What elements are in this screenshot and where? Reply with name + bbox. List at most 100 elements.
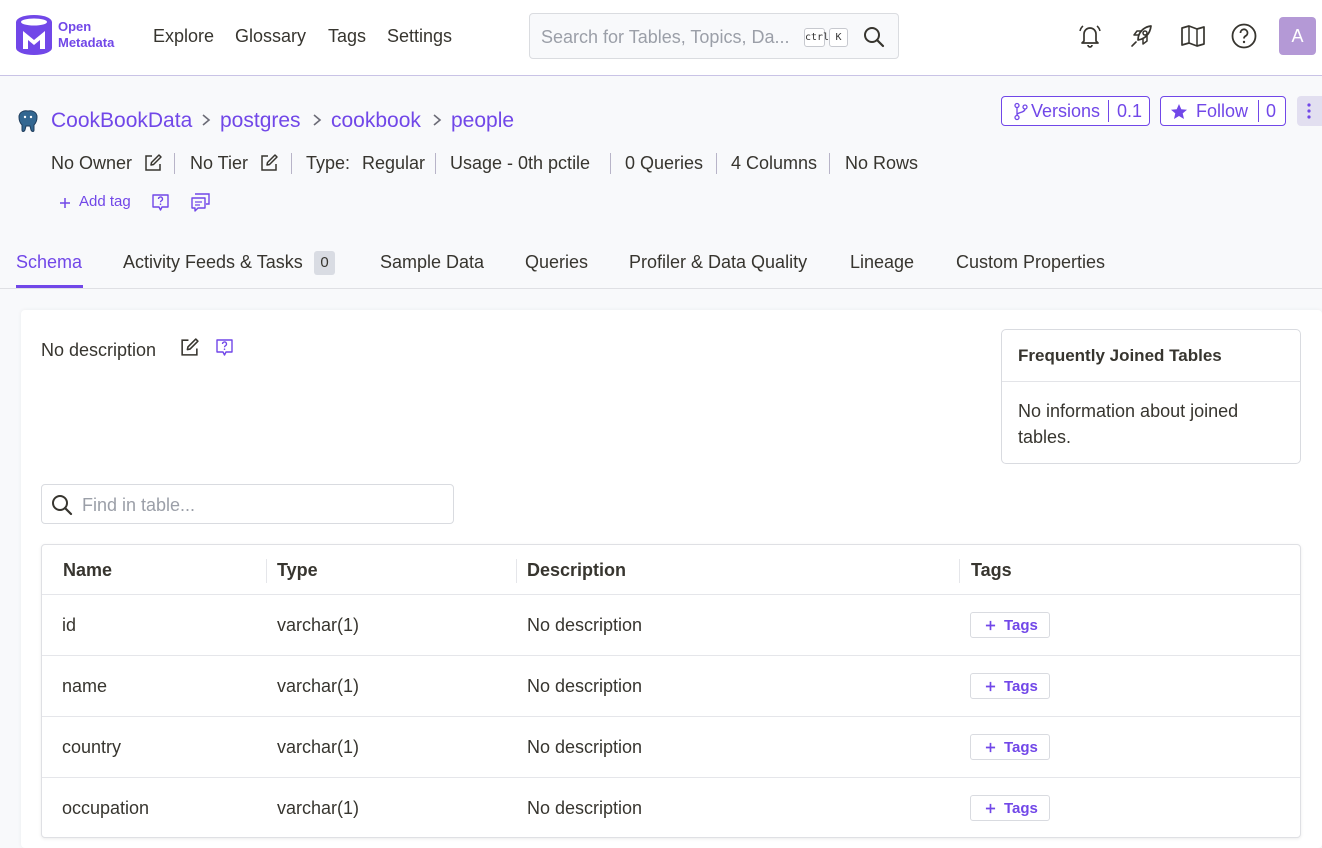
cell-description: No description (527, 676, 643, 696)
versions-label: Versions (1031, 101, 1101, 121)
rocket-icon[interactable] (1128, 22, 1156, 50)
breadcrumb-schema[interactable]: cookbook (331, 109, 421, 133)
type-value: Regular (362, 153, 426, 173)
follow-button[interactable]: Follow 0 (1160, 96, 1286, 126)
cell-name: id (62, 615, 77, 635)
columns-count: 4 Columns (731, 153, 818, 173)
queries-count: 0 Queries (625, 153, 704, 173)
user-avatar[interactable]: A (1279, 17, 1316, 55)
cell-name: country (62, 737, 122, 757)
add-column-tag-button[interactable]: Tags (970, 795, 1050, 821)
follow-divider (1258, 100, 1259, 122)
col-divider (959, 559, 960, 583)
cell-type: varchar(1) (277, 737, 360, 757)
follow-label: Follow (1196, 101, 1249, 121)
logo-icon (16, 15, 52, 55)
versions-value: 0.1 (1117, 101, 1143, 121)
kbd-ctrl: ctrl (804, 28, 829, 47)
more-icon (1307, 103, 1311, 119)
edit-icon[interactable] (259, 153, 279, 173)
header-divider (42, 594, 1300, 595)
activity-count-badge: 0 (314, 251, 335, 275)
versions-button[interactable]: Versions 0.1 (1001, 96, 1150, 126)
meta-divider (716, 153, 717, 174)
nav-tags[interactable]: Tags (328, 26, 366, 47)
request-tags-icon[interactable] (150, 192, 171, 213)
edit-description-icon[interactable] (179, 337, 200, 358)
top-navbar: Open Metadata Explore Glossary Tags Sett… (0, 0, 1322, 76)
meta-divider (174, 153, 175, 174)
tab-sample-data[interactable]: Sample Data (380, 252, 484, 273)
request-description-icon[interactable] (214, 337, 235, 358)
tag-button-label: Tags (1004, 678, 1038, 695)
search-placeholder: Search for Tables, Topics, Da... (541, 27, 790, 47)
tab-profiler[interactable]: Profiler & Data Quality (629, 252, 807, 273)
nav-glossary[interactable]: Glossary (235, 26, 306, 47)
cell-type: varchar(1) (277, 798, 360, 818)
chevron-right-icon (313, 114, 322, 126)
help-icon[interactable] (1230, 22, 1258, 50)
joined-tables-title: Frequently Joined Tables (1018, 346, 1222, 365)
search-icon[interactable] (863, 26, 885, 48)
cell-type: varchar(1) (277, 615, 360, 635)
nav-settings[interactable]: Settings (387, 26, 452, 47)
branch-icon (1014, 102, 1028, 121)
tab-queries[interactable]: Queries (525, 252, 588, 273)
tab-schema[interactable]: Schema (16, 252, 82, 273)
global-search-input[interactable]: Search for Tables, Topics, Da... ctrl K (529, 13, 899, 59)
map-icon[interactable] (1179, 22, 1207, 50)
plus-icon (985, 742, 996, 753)
cell-description: No description (527, 798, 643, 818)
breadcrumb-database[interactable]: postgres (220, 109, 301, 133)
rows-count: No Rows (845, 153, 919, 173)
col-header-tags[interactable]: Tags (971, 560, 1012, 581)
nav-explore[interactable]: Explore (153, 26, 214, 47)
col-divider (516, 559, 517, 583)
row-divider (42, 655, 1300, 656)
bell-icon[interactable] (1076, 22, 1104, 50)
tab-activity-feeds[interactable]: Activity Feeds & Tasks (123, 252, 303, 273)
columns-table: Name Type Description Tags id varchar(1)… (41, 544, 1301, 838)
add-column-tag-button[interactable]: Tags (970, 673, 1050, 699)
add-column-tag-button[interactable]: Tags (970, 734, 1050, 760)
chevron-right-icon (433, 114, 442, 126)
logo-line1: Open (58, 19, 92, 34)
col-header-type[interactable]: Type (277, 560, 318, 581)
type-label: Type: (306, 153, 351, 173)
plus-icon (60, 198, 70, 208)
find-in-table-input[interactable]: Find in table... (41, 484, 454, 524)
breadcrumb-service[interactable]: CookBookData (51, 109, 192, 133)
openmetadata-logo[interactable]: Open Metadata (14, 13, 114, 57)
usage-label: Usage - 0th pctile (450, 153, 591, 173)
meta-divider (610, 153, 611, 174)
conversation-icon[interactable] (190, 192, 211, 213)
tab-custom-properties[interactable]: Custom Properties (956, 252, 1105, 273)
active-tab-indicator (16, 285, 83, 288)
plus-icon (985, 803, 996, 814)
plus-icon (985, 681, 996, 692)
tab-lineage[interactable]: Lineage (850, 252, 914, 273)
star-icon (1171, 104, 1187, 119)
col-header-description[interactable]: Description (527, 560, 626, 581)
add-column-tag-button[interactable]: Tags (970, 612, 1050, 638)
meta-divider (829, 153, 830, 174)
follow-count: 0 (1266, 101, 1277, 121)
chevron-right-icon (202, 114, 211, 126)
more-actions-button[interactable] (1297, 96, 1322, 126)
versions-divider (1108, 100, 1109, 122)
tag-button-label: Tags (1004, 617, 1038, 634)
cell-description: No description (527, 737, 643, 757)
meta-divider (435, 153, 436, 174)
tag-button-label: Tags (1004, 800, 1038, 817)
tier-label: No Tier (190, 153, 249, 173)
cell-type: varchar(1) (277, 676, 360, 696)
joined-tables-divider (1002, 381, 1300, 382)
logo-text: Open Metadata (58, 19, 114, 51)
col-header-name[interactable]: Name (63, 560, 112, 581)
edit-icon[interactable] (143, 153, 163, 173)
add-tag-label: Add tag (79, 193, 131, 210)
kbd-k: K (829, 28, 848, 47)
meta-divider (291, 153, 292, 174)
tabs-divider (0, 288, 1322, 289)
row-divider (42, 777, 1300, 778)
